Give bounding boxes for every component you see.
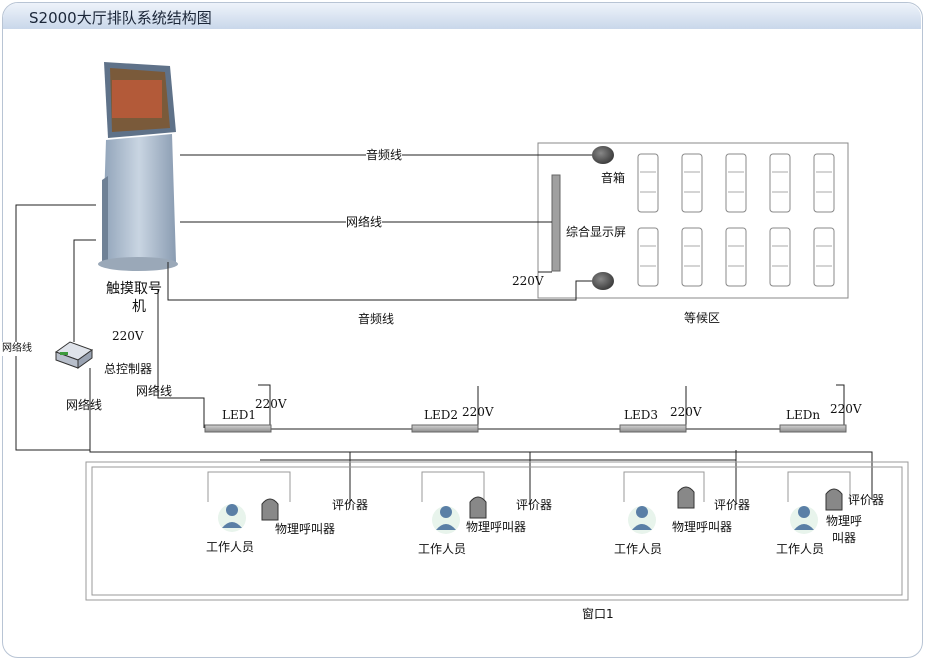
led2-power-label: 220V <box>462 405 494 419</box>
audio-line-top-label: 音频线 <box>366 148 403 162</box>
ledn-power-label: 220V <box>830 402 862 416</box>
touch-kiosk-icon <box>98 62 178 271</box>
controller-label: 总控制器 <box>104 362 153 376</box>
controller-power-label: 220V <box>112 329 144 343</box>
speaker-bottom-icon <box>592 272 614 290</box>
display-power-label: 220V <box>512 274 544 288</box>
kiosk-label: 触摸取号 <box>106 281 162 297</box>
evaluator-label-4: 评价器 <box>848 493 885 507</box>
ledn-label: LEDn <box>786 408 821 422</box>
led1-label: LED1 <box>222 408 256 422</box>
window-area-label: 窗口1 <box>582 607 614 621</box>
caller-label-3: 物理呼叫器 <box>672 520 733 534</box>
led3-power-label: 220V <box>670 405 702 419</box>
evaluator-label-3: 评价器 <box>714 498 751 512</box>
speaker-label: 音箱 <box>601 171 626 185</box>
led1-power-label: 220V <box>255 397 287 411</box>
worker-label-1: 工作人员 <box>206 540 255 554</box>
evaluator-label-1: 评价器 <box>332 498 369 512</box>
evaluator-label-2: 评价器 <box>516 498 553 512</box>
speaker-top-icon <box>592 146 614 164</box>
caller-label-2: 物理呼叫器 <box>466 520 527 534</box>
ledn-bar <box>779 424 847 433</box>
led3-label: LED3 <box>624 408 658 422</box>
led1-bar <box>204 424 272 433</box>
caller-label-4b: 叫器 <box>832 531 857 545</box>
waiting-area-label: 等候区 <box>684 311 721 325</box>
controller-icon <box>54 341 94 369</box>
led3-bar <box>619 424 687 433</box>
display-screen-icon <box>551 174 561 272</box>
kiosk-label-2: 机 <box>132 299 146 315</box>
worker-label-4: 工作人员 <box>776 542 825 556</box>
caller-label-4a: 物理呼 <box>826 514 863 528</box>
audio-line-bottom-label: 音频线 <box>358 312 395 326</box>
led2-label: LED2 <box>424 408 458 422</box>
network-line-ctrl-label: 网络线 <box>66 398 103 412</box>
network-line-left-label: 网络线 <box>2 342 32 356</box>
led2-bar <box>411 424 479 433</box>
worker-label-3: 工作人员 <box>614 542 663 556</box>
display-label: 综合显示屏 <box>566 225 627 239</box>
worker-label-2: 工作人员 <box>418 542 467 556</box>
network-line-led-label: 网络线 <box>136 384 173 398</box>
caller-label-1: 物理呼叫器 <box>275 522 336 536</box>
network-line-mid-label: 网络线 <box>346 215 383 229</box>
